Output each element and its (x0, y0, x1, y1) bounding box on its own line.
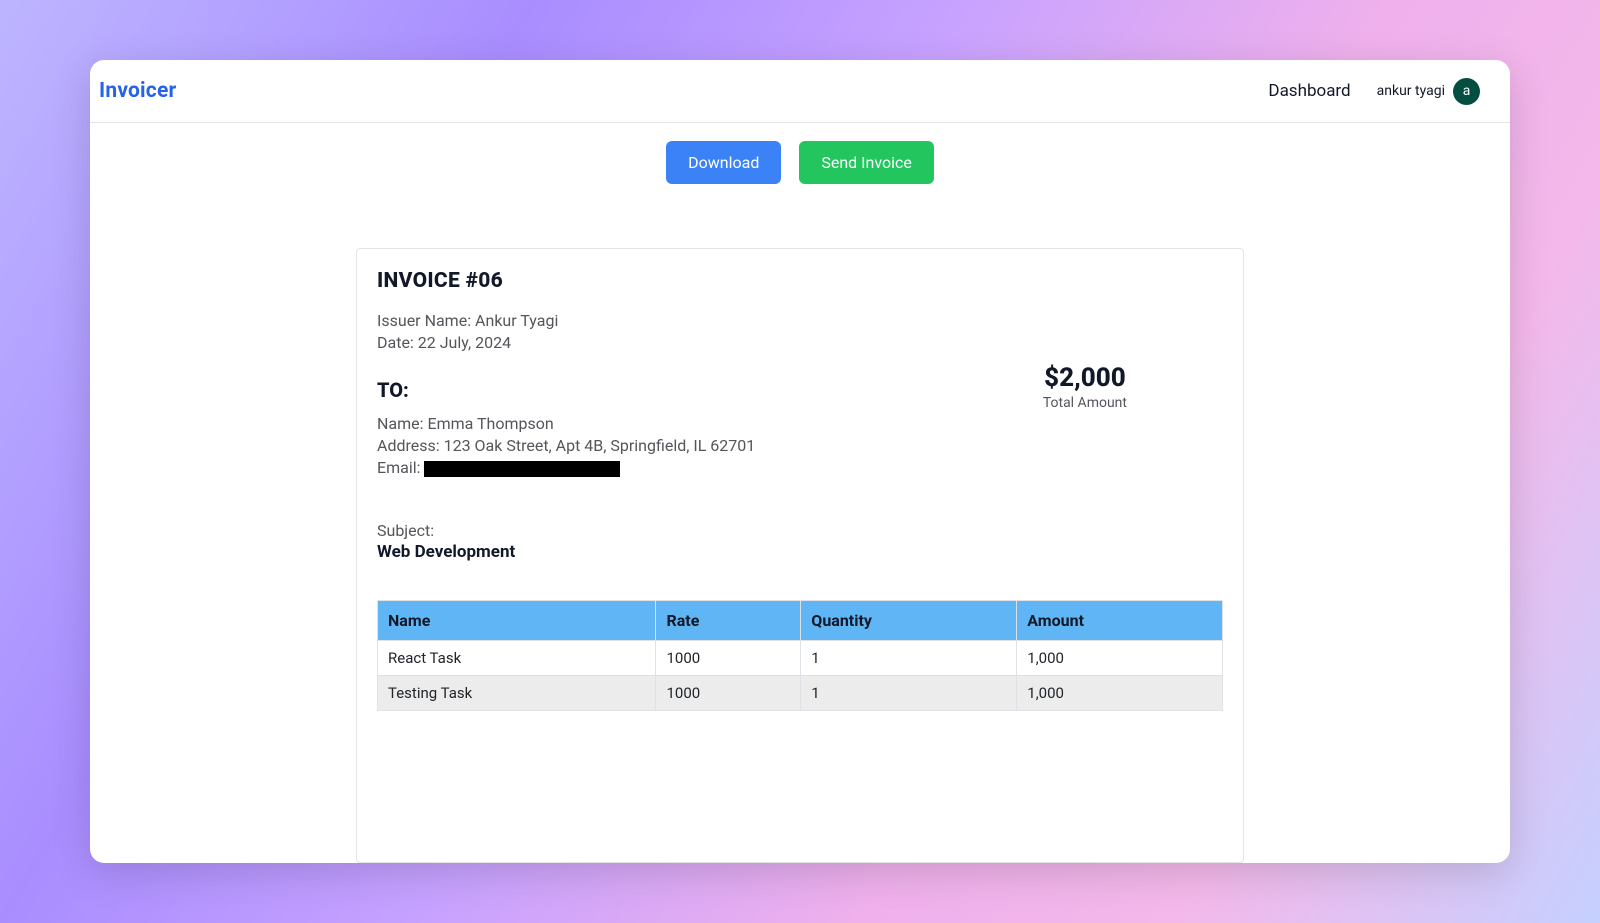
actions-bar: Download Send Invoice (90, 123, 1510, 202)
total-amount: $2,000 (1043, 363, 1127, 393)
cell-rate: 1000 (656, 641, 801, 676)
email-redacted (424, 461, 620, 477)
to-name: Name: Emma Thompson (377, 414, 1223, 433)
navbar-right: Dashboard ankur tyagi a (1268, 78, 1506, 105)
total-label: Total Amount (1043, 395, 1127, 411)
to-address: Address: 123 Oak Street, Apt 4B, Springf… (377, 436, 1223, 455)
date-line: Date: 22 July, 2024 (377, 333, 1223, 352)
cell-amount: 1,000 (1017, 676, 1223, 711)
to-email-label: Email: (377, 458, 420, 477)
subject-label: Subject: (377, 521, 1223, 540)
avatar: a (1453, 78, 1480, 105)
table-header-row: Name Rate Quantity Amount (378, 601, 1223, 641)
items-table: Name Rate Quantity Amount React Task 100… (377, 600, 1223, 711)
th-amount: Amount (1017, 601, 1223, 641)
user-name-label: ankur tyagi (1377, 83, 1445, 99)
cell-name: React Task (378, 641, 656, 676)
table-row: Testing Task 1000 1 1,000 (378, 676, 1223, 711)
cell-rate: 1000 (656, 676, 801, 711)
th-name: Name (378, 601, 656, 641)
cell-name: Testing Task (378, 676, 656, 711)
invoice-title: INVOICE #06 (377, 269, 1223, 293)
invoice-wrapper: INVOICE #06 Issuer Name: Ankur Tyagi Dat… (90, 202, 1510, 863)
th-quantity: Quantity (801, 601, 1017, 641)
issuer-line: Issuer Name: Ankur Tyagi (377, 311, 1223, 330)
cell-qty: 1 (801, 641, 1017, 676)
to-email: Email: (377, 458, 1223, 477)
brand-logo[interactable]: Invoicer (99, 79, 176, 103)
nav-dashboard[interactable]: Dashboard (1268, 81, 1350, 101)
invoice-card: INVOICE #06 Issuer Name: Ankur Tyagi Dat… (356, 248, 1244, 863)
cell-qty: 1 (801, 676, 1017, 711)
navbar: Invoicer Dashboard ankur tyagi a (90, 60, 1510, 123)
send-invoice-button[interactable]: Send Invoice (799, 141, 934, 184)
subject-value: Web Development (377, 542, 1223, 562)
user-menu[interactable]: ankur tyagi a (1377, 78, 1506, 105)
table-row: React Task 1000 1 1,000 (378, 641, 1223, 676)
download-button[interactable]: Download (666, 141, 781, 184)
total-box: $2,000 Total Amount (1043, 363, 1127, 411)
cell-amount: 1,000 (1017, 641, 1223, 676)
app-window: Invoicer Dashboard ankur tyagi a Downloa… (90, 60, 1510, 863)
th-rate: Rate (656, 601, 801, 641)
